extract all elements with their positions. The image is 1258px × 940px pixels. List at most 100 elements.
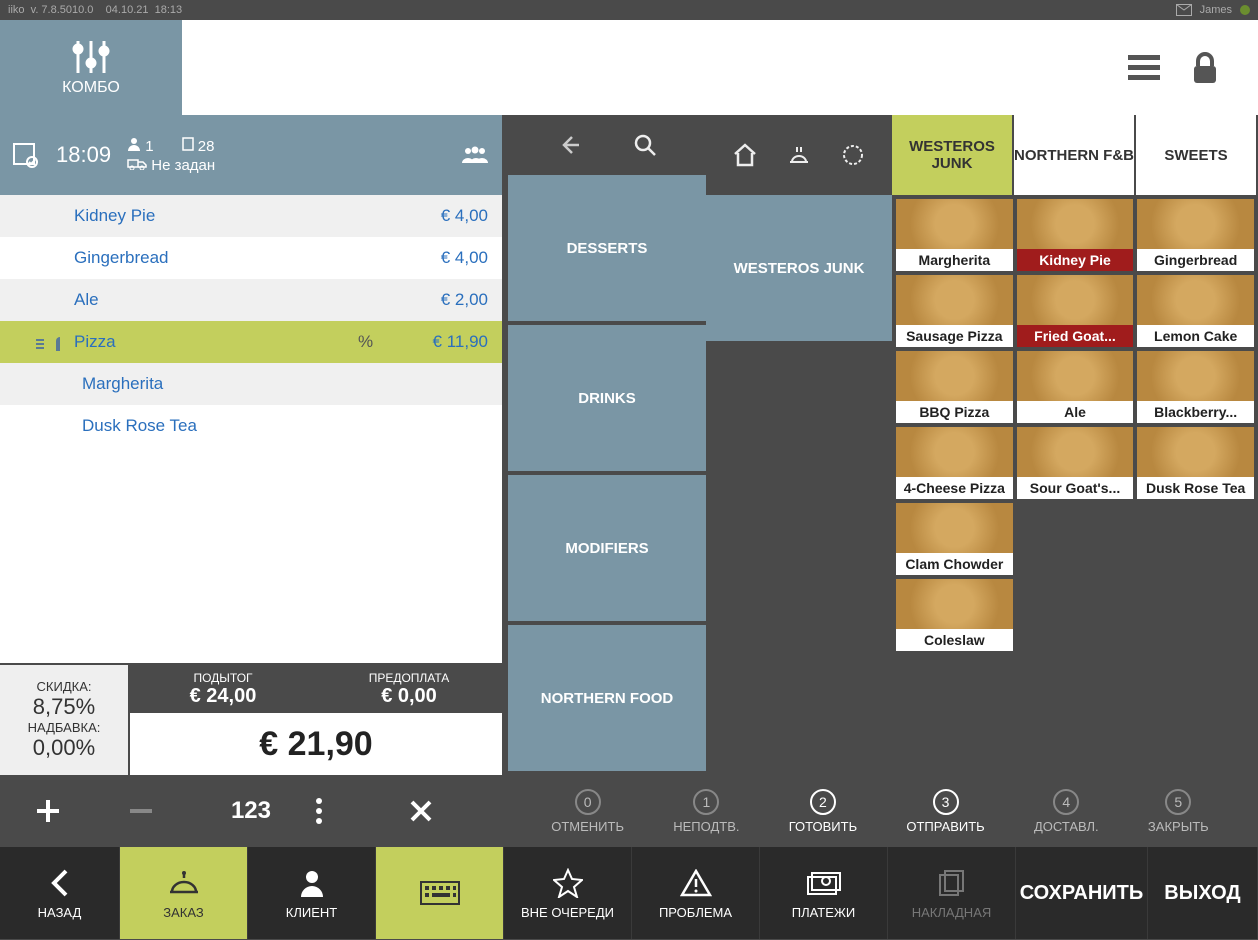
home-icon[interactable] bbox=[730, 142, 760, 168]
product-image bbox=[1137, 427, 1254, 477]
step-number: 0 bbox=[575, 789, 601, 815]
step-готовить[interactable]: 2ГОТОВИТЬ bbox=[789, 789, 857, 834]
menu-tab[interactable]: NORTHERN F&B bbox=[1014, 115, 1136, 195]
menu-tab[interactable]: WESTEROS JUNK bbox=[892, 115, 1014, 195]
combo-button[interactable]: КОМБО bbox=[0, 20, 182, 115]
mail-icon[interactable] bbox=[1176, 4, 1192, 16]
exit-button[interactable]: ВЫХОД bbox=[1148, 847, 1258, 939]
kitchen-icon[interactable] bbox=[784, 142, 814, 168]
date: 04.10.21 bbox=[106, 4, 149, 16]
item-percent: % bbox=[358, 332, 398, 352]
category-button[interactable]: MODIFIERS bbox=[508, 475, 706, 621]
product-tile[interactable]: Coleslaw bbox=[896, 579, 1013, 651]
payments-button[interactable]: ПЛАТЕЖИ bbox=[760, 847, 888, 939]
menu-icon[interactable] bbox=[1128, 55, 1160, 81]
item-price: € 11,90 bbox=[398, 332, 488, 352]
product-tile[interactable]: Blackberry... bbox=[1137, 351, 1254, 423]
back-arrow-icon[interactable] bbox=[554, 133, 584, 157]
discount-value: 8,75% bbox=[33, 694, 95, 720]
app-version: v. 7.8.5010.0 bbox=[31, 4, 94, 16]
product-tile[interactable]: Ale bbox=[1017, 351, 1134, 423]
lock-icon[interactable] bbox=[1192, 52, 1218, 84]
plus-button[interactable] bbox=[34, 797, 94, 825]
product-tile[interactable]: Kidney Pie bbox=[1017, 199, 1134, 271]
product-image bbox=[896, 579, 1013, 629]
minus-button[interactable] bbox=[127, 797, 187, 825]
product-tile[interactable]: Sour Goat's... bbox=[1017, 427, 1134, 499]
product-label: Sausage Pizza bbox=[896, 325, 1013, 347]
category-button[interactable]: NORTHERN FOOD bbox=[508, 625, 706, 771]
save-button[interactable]: СОХРАНИТЬ bbox=[1016, 847, 1148, 939]
category-button[interactable]: DESSERTS bbox=[508, 175, 706, 321]
product-grid: MargheritaKidney PieGingerbread Sausage P… bbox=[892, 195, 1258, 775]
step-отправить[interactable]: 3ОТПРАВИТЬ bbox=[906, 789, 984, 834]
product-tile[interactable]: Margherita bbox=[896, 199, 1013, 271]
featured-category[interactable]: WESTEROS JUNK bbox=[706, 195, 892, 341]
product-label: Fried Goat... bbox=[1017, 325, 1134, 347]
product-tile[interactable]: BBQ Pizza bbox=[896, 351, 1013, 423]
priority-button[interactable]: ВНЕ ОЧЕРЕДИ bbox=[504, 847, 632, 939]
invoice-button[interactable]: НАКЛАДНАЯ bbox=[888, 847, 1016, 939]
product-image bbox=[1137, 199, 1254, 249]
settings-icon[interactable] bbox=[838, 142, 868, 168]
product-label: Dusk Rose Tea bbox=[1137, 477, 1254, 499]
item-price: € 4,00 bbox=[398, 206, 488, 226]
step-неподтв.[interactable]: 1НЕПОДТВ. bbox=[673, 789, 739, 834]
product-tile[interactable]: Fried Goat... bbox=[1017, 275, 1134, 347]
product-tile[interactable]: Sausage Pizza bbox=[896, 275, 1013, 347]
product-image bbox=[1017, 199, 1134, 249]
order-item[interactable]: Kidney Pie€ 4,00 bbox=[0, 195, 502, 237]
more-button[interactable] bbox=[315, 797, 375, 825]
product-image bbox=[1017, 427, 1134, 477]
product-tile[interactable]: Lemon Cake bbox=[1137, 275, 1254, 347]
combo-label: КОМБО bbox=[62, 79, 120, 97]
product-tile[interactable]: Gingerbread bbox=[1137, 199, 1254, 271]
problem-button[interactable]: ПРОБЛЕМА bbox=[632, 847, 760, 939]
delivery-status: Не задан bbox=[127, 157, 215, 174]
star-icon bbox=[553, 867, 583, 899]
cash-icon bbox=[806, 867, 842, 899]
subtotal-value: € 24,00 bbox=[190, 685, 257, 708]
order-item[interactable]: Ale€ 2,00 bbox=[0, 279, 502, 321]
client-button[interactable]: КЛИЕНТ bbox=[248, 847, 376, 939]
step-закрыть[interactable]: 5ЗАКРЫТЬ bbox=[1148, 789, 1209, 834]
order-item[interactable]: Dusk Rose Tea bbox=[0, 405, 502, 447]
product-label: Kidney Pie bbox=[1017, 249, 1134, 271]
discount-label: СКИДКА: bbox=[37, 679, 92, 694]
clear-button[interactable] bbox=[408, 798, 468, 824]
item-icon bbox=[14, 333, 74, 351]
order-item[interactable]: Margherita bbox=[0, 363, 502, 405]
product-tile[interactable]: Clam Chowder bbox=[896, 503, 1013, 575]
receipt-icon[interactable] bbox=[12, 141, 40, 169]
group-icon[interactable] bbox=[460, 145, 490, 165]
person-icon bbox=[299, 867, 325, 899]
user-name[interactable]: James bbox=[1200, 4, 1232, 16]
warning-icon bbox=[680, 867, 712, 899]
numpad-button[interactable]: 123 bbox=[221, 797, 281, 825]
step-отменить[interactable]: 0ОТМЕНИТЬ bbox=[551, 789, 624, 834]
product-tile[interactable]: 4-Cheese Pizza bbox=[896, 427, 1013, 499]
order-item[interactable]: Gingerbread€ 4,00 bbox=[0, 237, 502, 279]
total-value: € 21,90 bbox=[130, 713, 502, 775]
search-icon[interactable] bbox=[630, 133, 660, 157]
step-доставл.[interactable]: 4ДОСТАВЛ. bbox=[1034, 789, 1099, 834]
order-button[interactable]: ЗАКАЗ bbox=[120, 847, 248, 939]
category-button[interactable]: DRINKS bbox=[508, 325, 706, 471]
surcharge-label: НАДБАВКА: bbox=[28, 720, 101, 735]
keyboard-button[interactable] bbox=[376, 847, 504, 939]
status-indicator bbox=[1240, 5, 1250, 15]
product-tile[interactable]: Dusk Rose Tea bbox=[1137, 427, 1254, 499]
menu-tab[interactable]: SWEETS bbox=[1136, 115, 1258, 195]
sliders-icon bbox=[70, 39, 112, 75]
product-label: Clam Chowder bbox=[896, 553, 1013, 575]
title-bar: iiko v. 7.8.5010.0 04.10.21 18:13 James bbox=[0, 0, 1258, 20]
prepay-label: ПРЕДОПЛАТА bbox=[369, 671, 450, 685]
bottom-bar: НАЗАД ЗАКАЗ КЛИЕНТ ВНЕ ОЧЕРЕДИ ПРОБЛЕМА … bbox=[0, 847, 1258, 939]
item-name: Pizza bbox=[74, 332, 358, 352]
category-panel-1: DESSERTSDRINKSMODIFIERSNORTHERN FOOD bbox=[508, 115, 706, 775]
order-item[interactable]: Pizza%€ 11,90 bbox=[0, 321, 502, 363]
back-button[interactable]: НАЗАД bbox=[0, 847, 120, 939]
product-image bbox=[1017, 275, 1134, 325]
action-row: 123 0ОТМЕНИТЬ 1НЕПОДТВ. 2ГОТОВИТЬ 3ОТПРАВИТ… bbox=[0, 775, 1258, 847]
item-name: Gingerbread bbox=[74, 248, 358, 268]
